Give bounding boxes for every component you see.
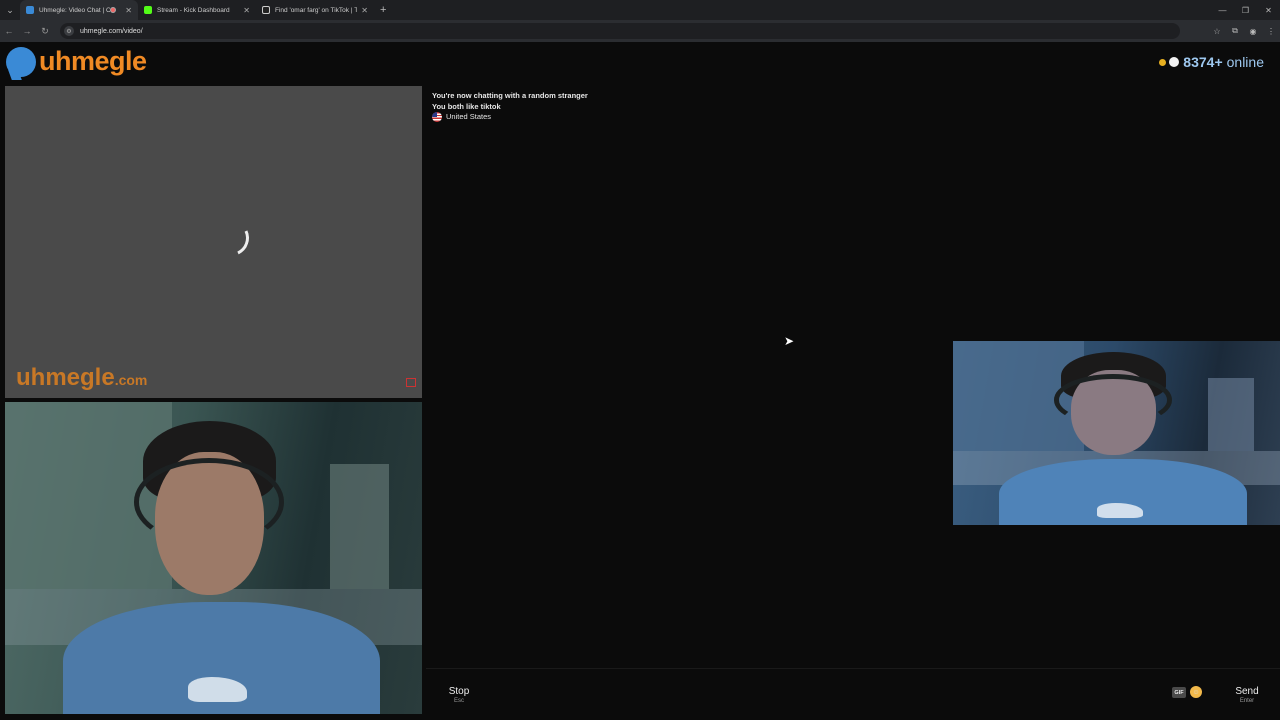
online-count: 8374+ (1183, 54, 1223, 70)
close-tab-icon[interactable]: ✕ (361, 6, 368, 15)
extensions-icon[interactable]: ⧉ (1226, 26, 1244, 36)
uhmegle-favicon-icon (26, 6, 34, 14)
close-tab-icon[interactable]: ✕ (125, 6, 132, 15)
recording-icon (110, 7, 117, 13)
watermark-text: uhmegle (16, 364, 115, 391)
loading-spinner-icon (207, 214, 255, 262)
report-flag-icon[interactable] (406, 378, 416, 387)
close-tab-icon[interactable]: ✕ (243, 6, 250, 15)
reload-icon[interactable]: ↻ (36, 26, 54, 37)
tab-title: Stream - Kick Dashboard (157, 6, 230, 14)
country-name: United States (446, 112, 492, 121)
mouse-cursor-icon: ➤ (784, 334, 795, 348)
site-info-icon[interactable]: ⚙ (64, 26, 74, 36)
tab-title: Find 'omar farg' on TikTok | Ti (275, 6, 358, 14)
send-label: Send (1235, 686, 1259, 697)
forward-icon[interactable]: → (18, 26, 36, 36)
online-label: online (1226, 54, 1264, 70)
chat-log: You're now chatting with a random strang… (432, 91, 588, 123)
gif-button[interactable]: GIF (1172, 687, 1186, 698)
bookmark-star-icon[interactable]: ☆ (1208, 27, 1226, 36)
system-message: You both like tiktok (432, 101, 501, 111)
stop-label: Stop (448, 686, 470, 697)
online-counter: 8374+ online (1159, 54, 1264, 70)
send-button[interactable]: Send Enter (1218, 679, 1276, 711)
status-dot-icon (1169, 57, 1180, 67)
us-flag-icon (432, 112, 442, 123)
gif-label: GIF (1174, 689, 1184, 696)
profile-icon[interactable]: ◉ (1244, 27, 1262, 36)
chat-panel: You're now chatting with a random strang… (426, 86, 1280, 666)
webcam-feed (953, 341, 1280, 525)
system-message: You're now chatting with a random strang… (432, 91, 588, 100)
stranger-country: United States (432, 112, 588, 123)
restore-icon[interactable]: ❐ (1234, 0, 1257, 20)
uhmegle-logo[interactable]: uhmegle (6, 46, 147, 77)
webcam-feed (5, 402, 422, 714)
status-dot-icon (1159, 58, 1167, 66)
stop-hint: Esc (453, 698, 464, 704)
watermark-suffix: .com (114, 372, 148, 388)
tab-title: Uhmegle: Video Chat | Om (39, 6, 111, 14)
tab-tiktok[interactable]: Find 'omar farg' on TikTok | Ti ✕ (256, 0, 374, 20)
send-hint: Enter (1239, 698, 1255, 704)
url-input[interactable]: ⚙ uhmegle.com/video/ (60, 23, 1180, 39)
back-icon[interactable]: ← (0, 26, 18, 36)
chat-message-input[interactable] (496, 677, 1166, 711)
stop-button[interactable]: Stop Esc (430, 679, 488, 711)
video-watermark: uhmegle.com (16, 364, 147, 392)
stranger-video: uhmegle.com (5, 86, 422, 398)
close-window-icon[interactable]: ✕ (1257, 0, 1280, 20)
site-header: uhmegle 8374+ online (0, 42, 1280, 84)
tab-search-icon[interactable]: ⌄ (0, 0, 20, 20)
tab-uhmegle[interactable]: Uhmegle: Video Chat | Om ✕ (20, 0, 138, 20)
tab-kick-dashboard[interactable]: Stream - Kick Dashboard ✕ (138, 0, 256, 20)
self-video (5, 402, 422, 714)
chat-controls: Stop Esc GIF ☺ Send Enter (426, 668, 1280, 718)
browser-tab-bar: ⌄ Uhmegle: Video Chat | Om ✕ Stream - Ki… (0, 0, 1280, 20)
minimize-icon[interactable]: — (1211, 0, 1234, 20)
address-bar: ← → ↻ ⚙ uhmegle.com/video/ ☆ ⧉ ◉ ⋮ (0, 20, 1280, 42)
tiktok-favicon-icon (262, 6, 270, 14)
emoji-icon[interactable]: ☺ (1190, 686, 1202, 698)
logo-text: uhmegle (39, 46, 147, 76)
kick-favicon-icon (144, 6, 152, 14)
window-controls: — ❐ ✕ (1211, 0, 1280, 20)
url-text: uhmegle.com/video/ (80, 27, 143, 35)
picture-in-picture-video[interactable] (953, 341, 1280, 525)
menu-icon[interactable]: ⋮ (1262, 27, 1280, 36)
extensions-area: ☆ ⧉ ◉ ⋮ (1208, 20, 1280, 42)
new-tab-icon[interactable]: + (380, 4, 386, 16)
chat-bubble-icon (6, 46, 36, 77)
